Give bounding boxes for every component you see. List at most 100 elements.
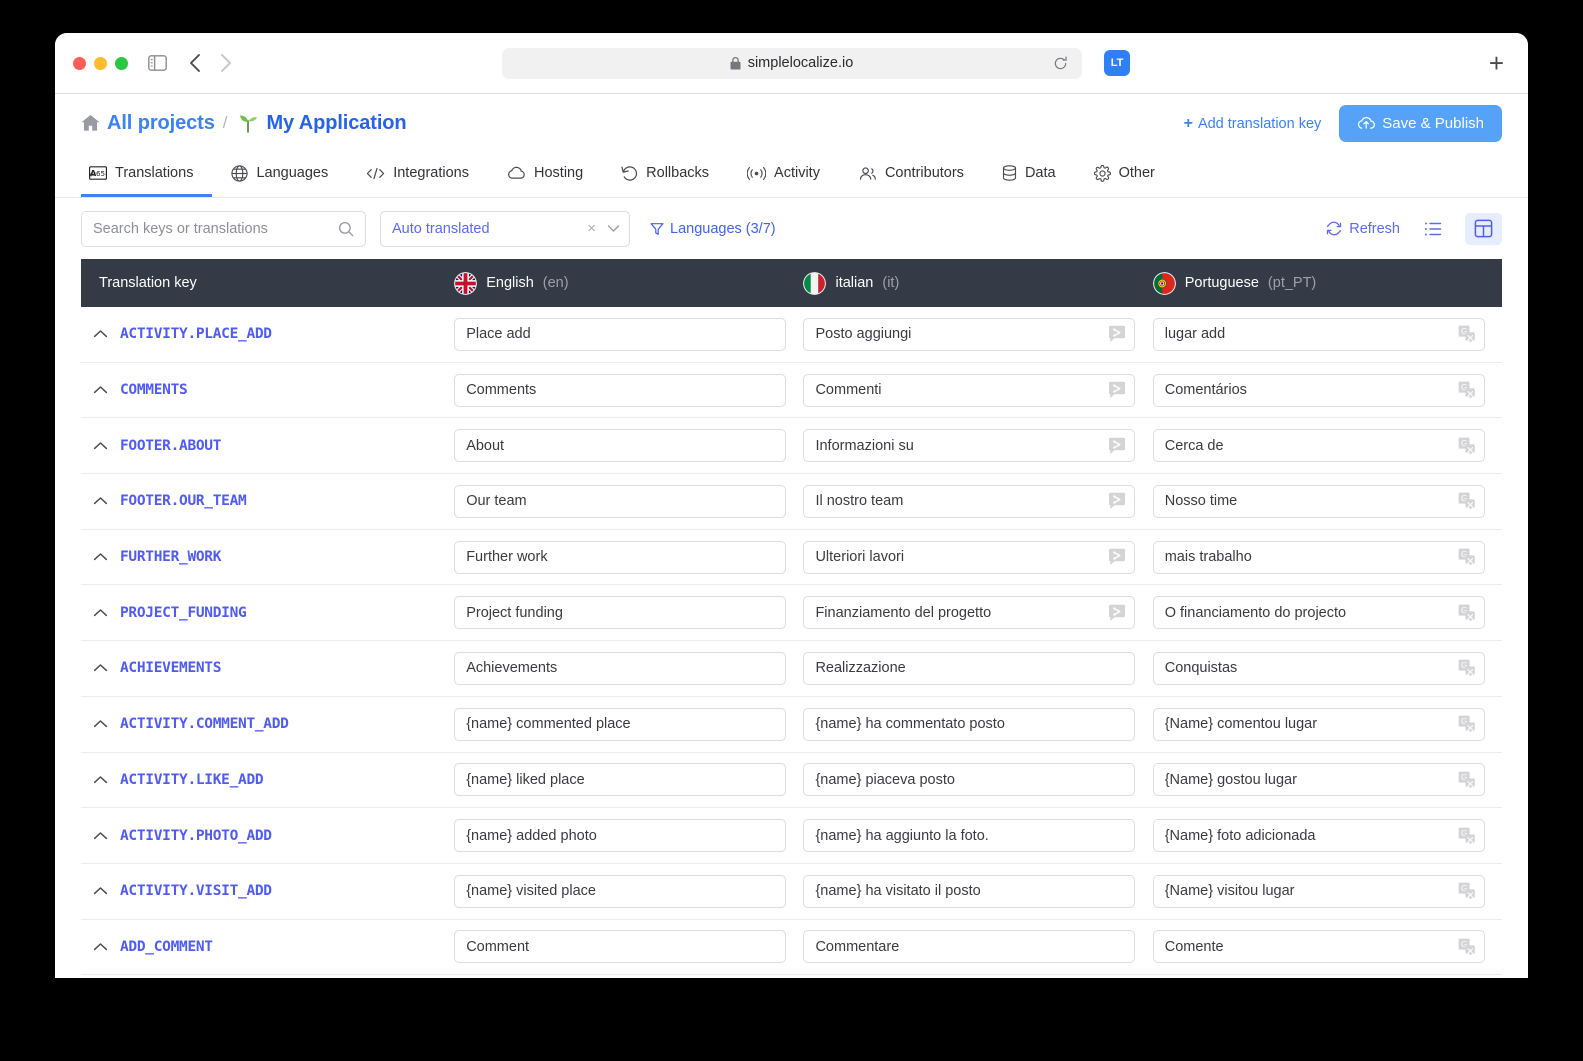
translation-key-label[interactable]: ACTIVITY.PLACE_ADD	[120, 326, 272, 342]
forward-icon[interactable]	[220, 53, 232, 73]
translation-key-label[interactable]: ADD_COMMENT	[120, 939, 213, 955]
new-tab-button[interactable]: +	[1489, 50, 1504, 76]
translation-value: {name} visited place	[466, 883, 596, 900]
translation-input-portuguese[interactable]: Nosso time G	[1152, 484, 1485, 518]
translation-input-italian[interactable]: Ulteriori lavori	[803, 540, 1136, 574]
translation-key-label[interactable]: ACTIVITY.PHOTO_ADD	[120, 828, 272, 844]
translation-key-label[interactable]: COMMENTS	[120, 382, 188, 398]
translation-input-english[interactable]: {name} liked place	[454, 763, 787, 797]
refresh-button[interactable]: Refresh	[1326, 221, 1400, 237]
collapse-chevron-icon[interactable]	[93, 886, 108, 896]
collapse-chevron-icon[interactable]	[93, 496, 108, 506]
translation-input-english[interactable]: Comments	[454, 373, 787, 407]
translation-input-english[interactable]: Further work	[454, 540, 787, 574]
translation-input-italian[interactable]: Commenti	[803, 373, 1136, 407]
home-icon[interactable]	[81, 114, 100, 132]
collapse-chevron-icon[interactable]	[93, 608, 108, 618]
translation-input-english[interactable]: {name} visited place	[454, 874, 787, 908]
translation-input-english[interactable]: {name} added photo	[454, 819, 787, 853]
add-translation-key-button[interactable]: + Add translation key	[1184, 115, 1322, 133]
extension-button-wrap[interactable]: LT	[1104, 50, 1130, 76]
collapse-chevron-icon[interactable]	[93, 663, 108, 673]
breadcrumb-all-projects[interactable]: All projects	[107, 112, 215, 135]
minimize-window-button[interactable]	[94, 56, 107, 70]
collapse-chevron-icon[interactable]	[93, 441, 108, 451]
translation-input-italian[interactable]: {name} piaceva posto	[803, 763, 1136, 797]
translation-key-label[interactable]: ACTIVITY.VISIT_ADD	[120, 883, 272, 899]
translation-input-english[interactable]: Achievements	[454, 651, 787, 685]
window-controls[interactable]	[73, 56, 128, 70]
translation-input-italian[interactable]: Commentare	[803, 930, 1136, 964]
translation-input-english[interactable]: Project funding	[454, 596, 787, 630]
translation-input-english[interactable]: Comment	[454, 930, 787, 964]
tab-data[interactable]: Data	[983, 152, 1075, 197]
collapse-chevron-icon[interactable]	[93, 329, 108, 339]
translation-key-cell: ACTIVITY.PLACE_ADD	[81, 326, 454, 342]
breadcrumb-project-name[interactable]: My Application	[266, 112, 406, 135]
translation-input-portuguese[interactable]: {Name} foto adicionada G	[1152, 819, 1485, 853]
sidebar-toggle-icon[interactable]	[148, 55, 167, 71]
translation-input-english[interactable]: About	[454, 429, 787, 463]
translation-input-portuguese[interactable]: Cerca de G	[1152, 429, 1485, 463]
translation-input-italian[interactable]: Finanziamento del progetto	[803, 596, 1136, 630]
search-box[interactable]	[81, 210, 366, 247]
translation-input-italian[interactable]: {name} ha visitato il posto	[803, 874, 1136, 908]
translation-input-portuguese[interactable]: Comentários G	[1152, 373, 1485, 407]
translation-key-label[interactable]: ACHIEVEMENTS	[120, 660, 221, 676]
translation-input-portuguese[interactable]: Conquistas G	[1152, 651, 1485, 685]
tab-rollbacks[interactable]: Rollbacks	[602, 152, 728, 197]
languages-filter-button[interactable]: Languages (3/7)	[650, 221, 776, 237]
clear-filter-icon[interactable]: ×	[582, 220, 601, 237]
tab-contributors[interactable]: Contributors	[839, 152, 983, 197]
translation-input-portuguese[interactable]: O financiamento do projecto G	[1152, 596, 1485, 630]
translation-key-label[interactable]: FOOTER.ABOUT	[120, 438, 221, 454]
tab-activity[interactable]: Activity	[728, 152, 839, 197]
chevron-down-icon[interactable]	[607, 224, 620, 233]
translation-input-portuguese[interactable]: {Name} comentou lugar G	[1152, 707, 1485, 741]
address-bar[interactable]: simplelocalize.io	[501, 47, 1082, 79]
translation-input-portuguese[interactable]: {Name} visitou lugar G	[1152, 874, 1485, 908]
tab-integrations[interactable]: Integrations	[347, 152, 488, 197]
translation-input-italian[interactable]: Realizzazione	[803, 651, 1136, 685]
translation-input-italian[interactable]: {name} ha commentato posto	[803, 707, 1136, 741]
translation-input-english[interactable]: Our team	[454, 484, 787, 518]
translation-key-label[interactable]: FURTHER_WORK	[120, 549, 221, 565]
close-window-button[interactable]	[73, 56, 86, 70]
reload-icon[interactable]	[1053, 56, 1068, 71]
translation-input-portuguese[interactable]: {Name} gostou lugar G	[1152, 763, 1485, 797]
maximize-window-button[interactable]	[115, 56, 128, 70]
collapse-chevron-icon[interactable]	[93, 942, 108, 952]
translation-input-italian[interactable]: Posto aggiungi	[803, 317, 1136, 351]
translation-key-label[interactable]: FOOTER.OUR_TEAM	[120, 493, 247, 509]
search-input[interactable]	[93, 220, 338, 237]
translation-input-portuguese[interactable]: Comente G	[1152, 930, 1485, 964]
collapse-chevron-icon[interactable]	[93, 831, 108, 841]
collapse-chevron-icon[interactable]	[93, 775, 108, 785]
translation-key-label[interactable]: ACTIVITY.LIKE_ADD	[120, 772, 264, 788]
tab-translations[interactable]: A\u6587 Translations	[81, 152, 213, 197]
translation-input-portuguese[interactable]: lugar add G	[1152, 317, 1485, 351]
translation-input-italian[interactable]: Informazioni su	[803, 429, 1136, 463]
collapse-chevron-icon[interactable]	[93, 719, 108, 729]
translation-input-english[interactable]: Place add	[454, 317, 787, 351]
tab-languages[interactable]: Languages	[212, 152, 347, 197]
tab-other[interactable]: Other	[1075, 152, 1174, 197]
tab-hosting[interactable]: Hosting	[488, 152, 602, 197]
collapse-chevron-icon[interactable]	[93, 385, 108, 395]
translation-input-portuguese[interactable]: mais trabalho G	[1152, 540, 1485, 574]
auto-translated-filter[interactable]: Auto translated ×	[380, 210, 630, 247]
translation-input-italian[interactable]: {name} ha aggiunto la foto.	[803, 819, 1136, 853]
search-icon[interactable]	[338, 221, 354, 237]
collapse-chevron-icon[interactable]	[93, 552, 108, 562]
back-icon[interactable]	[189, 53, 201, 73]
grid-view-button[interactable]	[1465, 212, 1502, 245]
translation-input-italian[interactable]: Il nostro team	[803, 484, 1136, 518]
list-view-button[interactable]	[1414, 213, 1451, 245]
save-and-publish-button[interactable]: Save & Publish	[1339, 105, 1502, 142]
translation-key-label[interactable]: PROJECT_FUNDING	[120, 605, 247, 621]
translation-input-english[interactable]: {name} commented place	[454, 707, 787, 741]
nav-arrows[interactable]	[189, 53, 232, 73]
extension-button[interactable]: LT	[1104, 50, 1130, 76]
translation-key-label[interactable]: ACTIVITY.COMMENT_ADD	[120, 716, 289, 732]
deepl-icon	[1106, 379, 1128, 401]
